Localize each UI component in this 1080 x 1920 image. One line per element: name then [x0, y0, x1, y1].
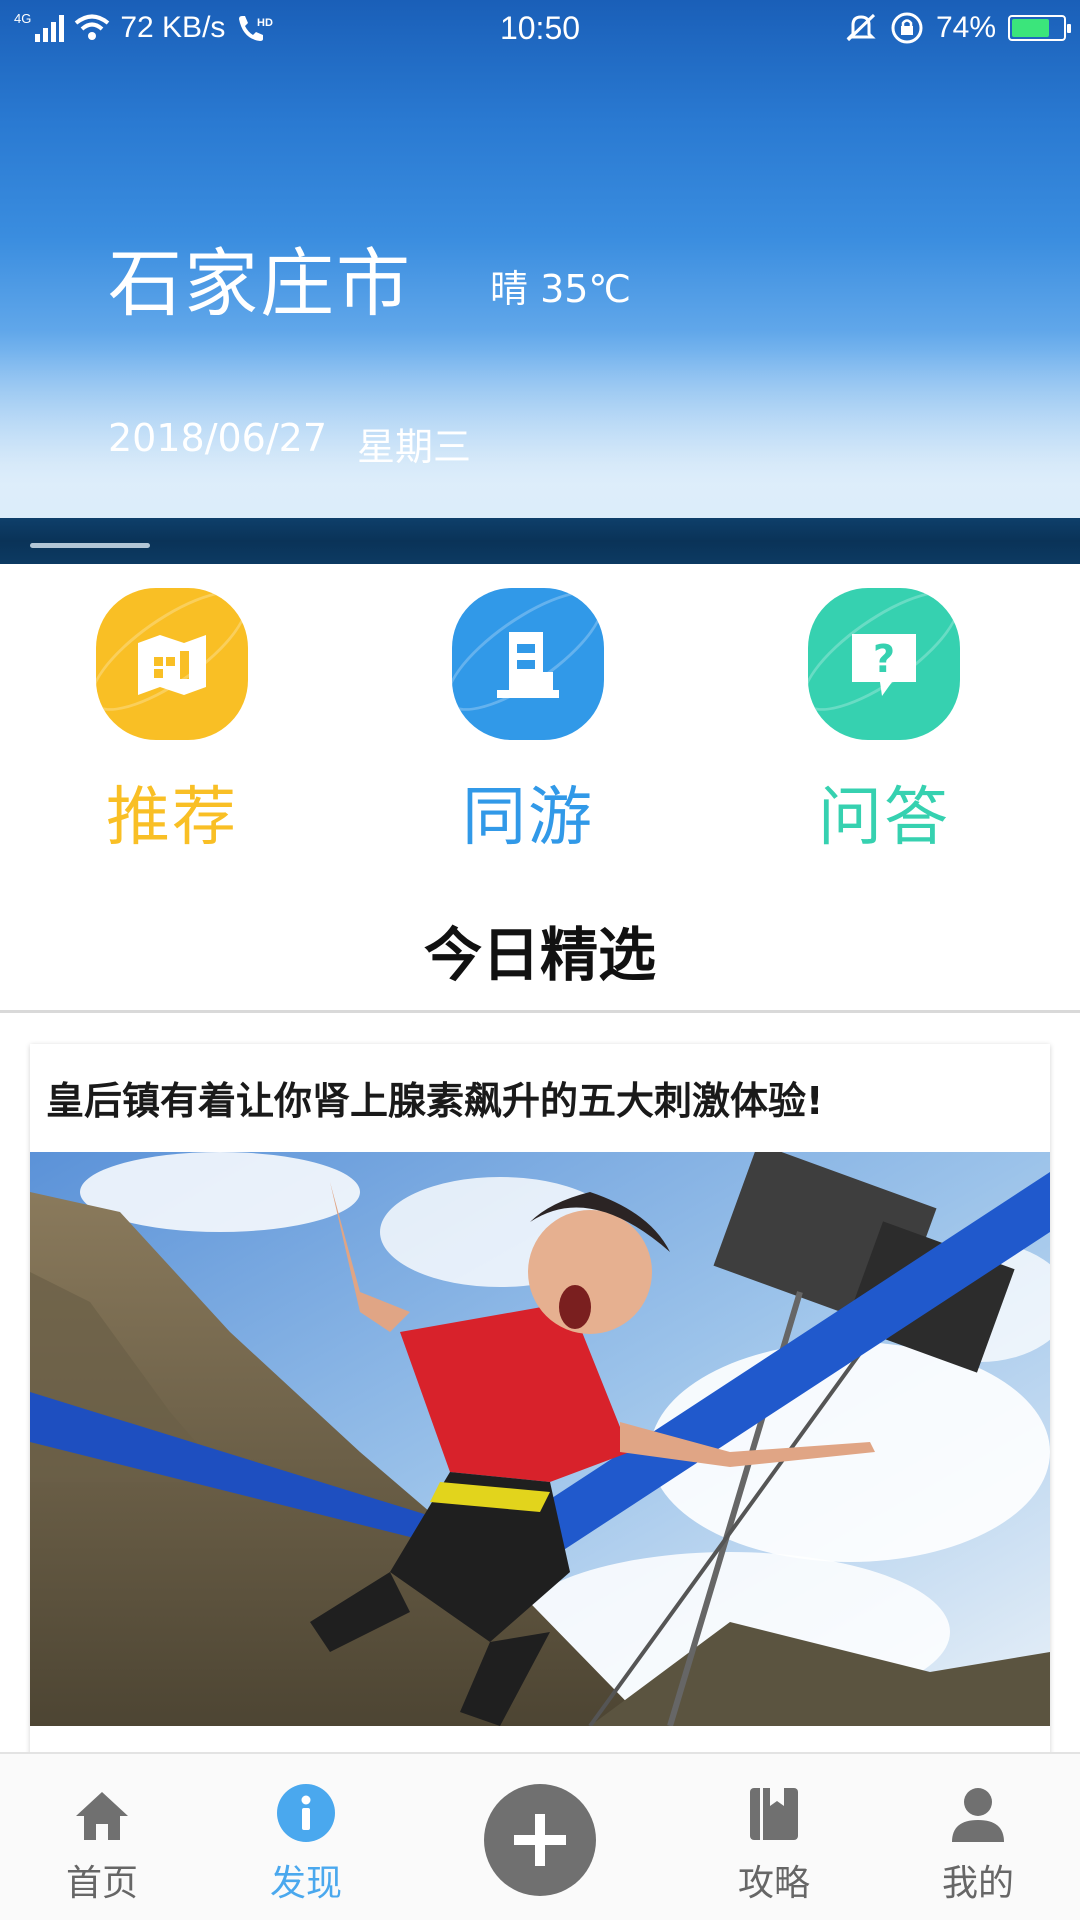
battery-fill: [1012, 19, 1049, 37]
question-bubble-icon: ?: [852, 634, 916, 696]
article-image[interactable]: [30, 1152, 1050, 1726]
add-post-button[interactable]: [484, 1784, 596, 1896]
info-icon: [277, 1784, 335, 1842]
nav-label: 攻略: [737, 1863, 810, 1904]
qa-tile[interactable]: ?: [808, 588, 960, 740]
travel-together-tile[interactable]: [452, 588, 604, 740]
svg-text:?: ?: [873, 637, 895, 681]
weather-summary: 晴 35℃: [490, 267, 632, 311]
action-label: 问答: [818, 781, 950, 855]
map-book-icon: [138, 635, 206, 695]
wave-foam: [30, 543, 150, 548]
nav-profile[interactable]: 我的: [878, 1754, 1078, 1906]
weather-header: 4G 72 KB/s HD 10:50 74% 石家庄市 晴 35℃ 2018/…: [0, 0, 1080, 564]
home-icon: [76, 1792, 128, 1840]
action-recommend[interactable]: 推荐: [62, 588, 282, 858]
battery-percent: 74%: [935, 11, 996, 44]
weekday: 星期三: [357, 425, 472, 469]
nav-discover[interactable]: 发现: [206, 1754, 406, 1906]
battery-icon: [1008, 15, 1071, 41]
bottom-navigation: 首页 发现 攻略 我的: [0, 1752, 1080, 1920]
status-bar: 4G 72 KB/s HD 10:50 74%: [0, 0, 1080, 56]
user-icon: [952, 1788, 1004, 1842]
quick-actions: 推荐 同游 ? 问答: [0, 588, 1080, 855]
nav-home[interactable]: 首页: [2, 1754, 202, 1906]
recommend-tile[interactable]: [96, 588, 248, 740]
action-label: 同游: [462, 781, 594, 855]
plus-icon: [514, 1814, 566, 1866]
date-line: 2018/06/27 星期三: [108, 416, 471, 471]
section-title: 今日精选: [423, 921, 656, 989]
sea-horizon: [0, 518, 1080, 564]
rotation-lock-icon: [891, 12, 923, 44]
action-label: 推荐: [106, 781, 238, 855]
nav-guides[interactable]: 攻略: [674, 1754, 874, 1906]
date: 2018/06/27: [108, 416, 328, 460]
article-title[interactable]: 皇后镇有着让你肾上腺素飙升的五大刺激体验!: [46, 1070, 823, 1125]
action-travel-together[interactable]: 同游: [418, 588, 638, 858]
mute-bell-icon: [846, 13, 876, 42]
action-qa[interactable]: ? 问答: [774, 588, 994, 858]
article-card[interactable]: 皇后镇有着让你肾上腺素飙升的五大刺激体验!: [30, 1044, 1050, 1764]
nav-label: 我的: [941, 1863, 1014, 1904]
nav-label: 发现: [269, 1863, 342, 1904]
city-name: 石家庄市: [108, 241, 412, 327]
nav-label: 首页: [65, 1863, 138, 1904]
section-divider: [0, 1010, 1080, 1013]
book-icon: [750, 1788, 798, 1840]
building-icon: [497, 632, 559, 698]
